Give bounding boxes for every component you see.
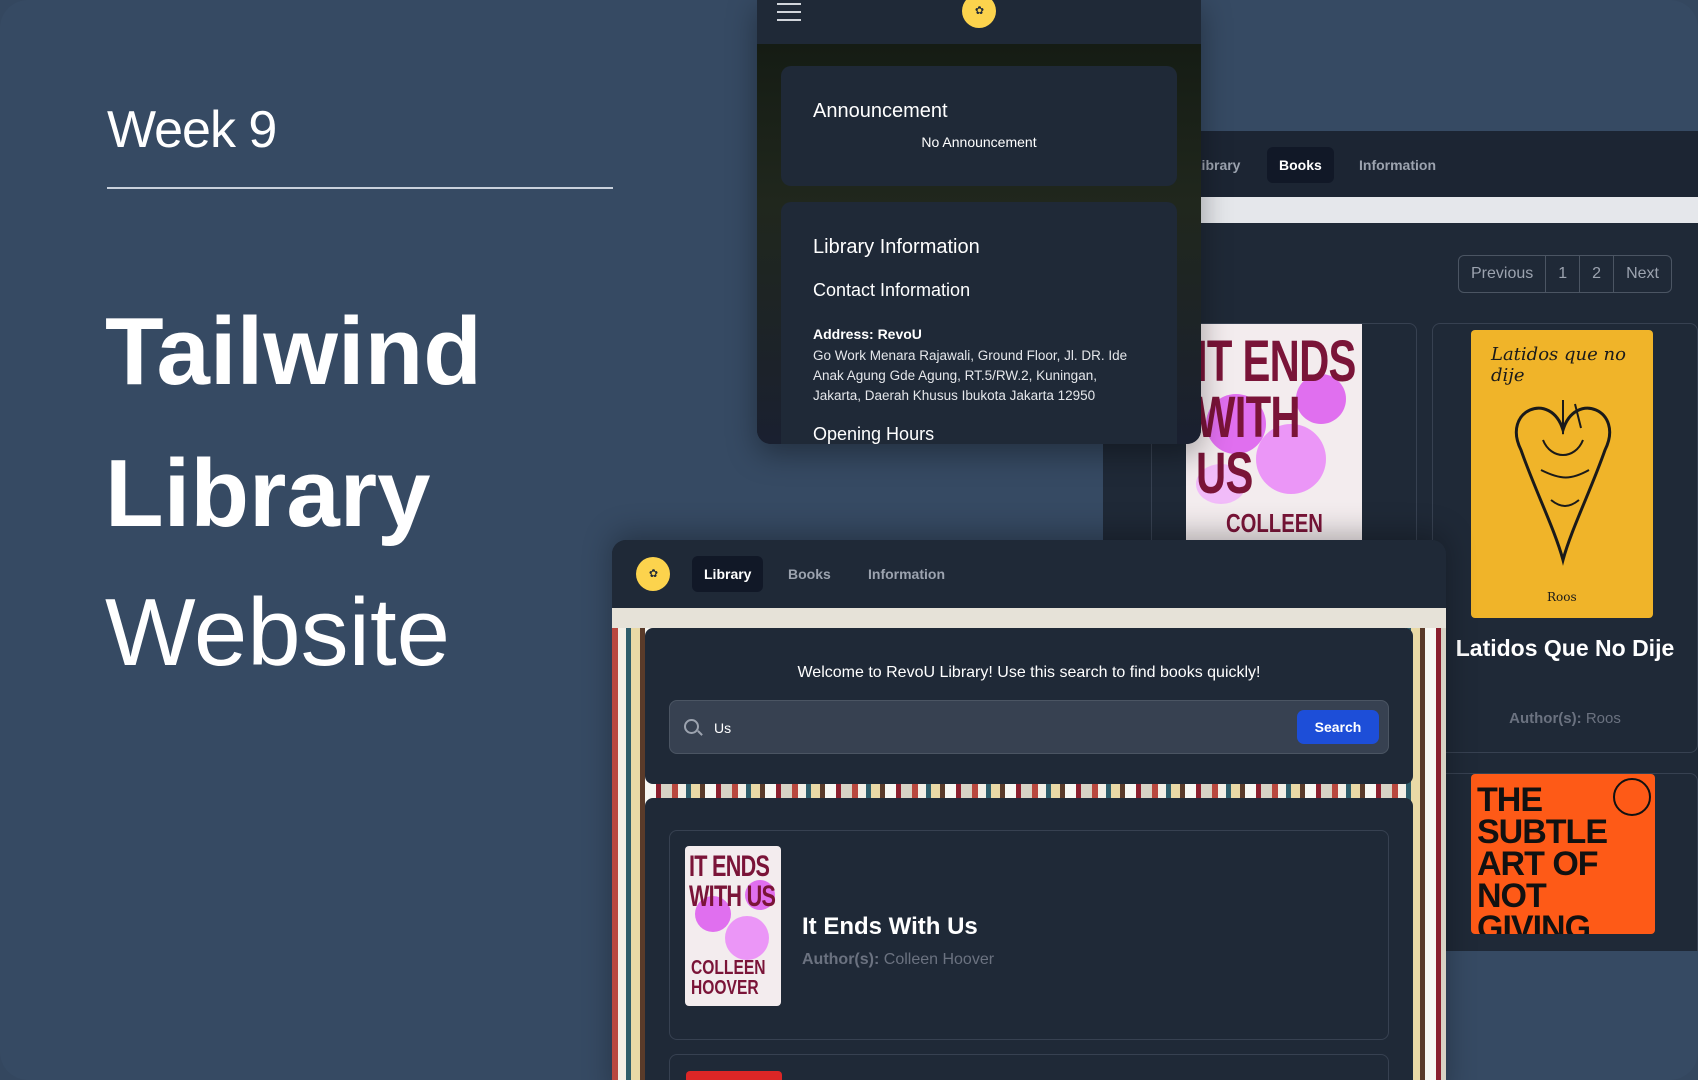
author-label: Author(s): [1509, 710, 1582, 727]
author-label: Author(s): [802, 951, 880, 968]
result-card[interactable] [669, 1054, 1389, 1080]
pagination-page-2[interactable]: 2 [1580, 256, 1615, 292]
revou-logo[interactable]: ✿ [962, 0, 996, 28]
search-card: Welcome to RevoU Library! Use this searc… [645, 628, 1413, 784]
announcement-card: Announcement No Announcement [781, 66, 1177, 186]
book-title: Latidos Que No Dije [1455, 635, 1675, 661]
author-name: Colleen Hoover [883, 951, 995, 968]
revou-logo[interactable]: ✿ [636, 557, 670, 591]
result-author: Author(s): Colleen Hoover [802, 951, 994, 969]
welcome-text: Welcome to RevoU Library! Use this searc… [797, 664, 1261, 681]
book-cover: IT ENDS WITH US COLLEEN [1186, 324, 1362, 540]
library-information-card: Library Information Contact Information … [781, 202, 1177, 444]
pagination-next[interactable]: Next [1614, 256, 1671, 292]
mobile-navbar: ✿ [757, 0, 1201, 44]
book-card[interactable]: THE SUBTLE ART OF NOT GIVING [1432, 773, 1698, 951]
bookshelf-top [612, 608, 1446, 628]
result-card[interactable]: IT ENDS WITH US COLLEEN HOOVER It Ends W… [669, 830, 1389, 1040]
search-icon [684, 719, 699, 734]
pagination-previous[interactable]: Previous [1459, 256, 1547, 292]
search-input[interactable] [714, 717, 1274, 739]
library-navbar: ✿ Library Books Information [612, 540, 1446, 608]
hero-title-line-1: Tailwind [105, 298, 482, 405]
search-button[interactable]: Search [1297, 710, 1379, 744]
opening-hours-heading: Opening Hours [813, 424, 935, 444]
library-information-heading: Library Information [813, 236, 980, 258]
book-cover: IT ENDS WITH US COLLEEN HOOVER [685, 846, 781, 1006]
book-author: Author(s): Roos [1433, 710, 1697, 727]
search-box: Search [669, 700, 1389, 754]
book-cover-title: IT ENDS WITH US [689, 850, 776, 913]
mobile-page-screenshot: ✿ Announcement No Announcement Library I… [757, 0, 1201, 444]
week-label: Week 9 [107, 101, 277, 159]
heart-illustration [1514, 400, 1612, 566]
book-cover-author: COLLEEN [1226, 508, 1323, 538]
book-cover-author: Roos [1547, 590, 1577, 604]
address-text: Go Work Menara Rajawali, Ground Floor, J… [813, 348, 1128, 403]
hero-title-line-3: Website [105, 579, 451, 686]
author-name: Roos [1585, 710, 1621, 727]
book-cover-author: COLLEEN HOOVER [691, 957, 766, 999]
pagination: Previous 1 2 Next [1458, 255, 1672, 293]
cover-badge [1613, 778, 1651, 816]
hero-title-line-2: Library [105, 440, 431, 547]
menu-icon[interactable] [777, 3, 801, 21]
nav-books-link[interactable]: Books [776, 556, 843, 592]
book-cover: Latidos que no dije Roos [1471, 330, 1653, 618]
announcement-heading: Announcement [813, 100, 948, 122]
book-cover [686, 1071, 782, 1080]
pagination-page-1[interactable]: 1 [1546, 256, 1581, 292]
result-title[interactable]: It Ends With Us [802, 913, 978, 941]
contact-information-heading: Contact Information [813, 280, 971, 300]
address-label: Address: RevoU [813, 326, 922, 342]
nav-information-link[interactable]: Information [856, 556, 957, 592]
showcase-frame: Week 9 Tailwind Library Website Library … [0, 0, 1698, 1080]
book-card[interactable]: Latidos que no dije Roos Latidos Que No … [1432, 323, 1698, 753]
book-cover-title: IT ENDS WITH US [1196, 329, 1356, 506]
nav-information-link[interactable]: Information [1347, 147, 1448, 183]
nav-books-link[interactable]: Books [1267, 147, 1334, 183]
nav-library-link[interactable]: Library [692, 556, 764, 592]
book-cover: THE SUBTLE ART OF NOT GIVING [1471, 774, 1655, 934]
search-results: IT ENDS WITH US COLLEEN HOOVER It Ends W… [645, 798, 1413, 1080]
announcement-text: No Announcement [921, 134, 1037, 150]
library-page-screenshot: ✿ Library Books Information Welcome to R… [612, 540, 1446, 1080]
divider [107, 187, 613, 189]
